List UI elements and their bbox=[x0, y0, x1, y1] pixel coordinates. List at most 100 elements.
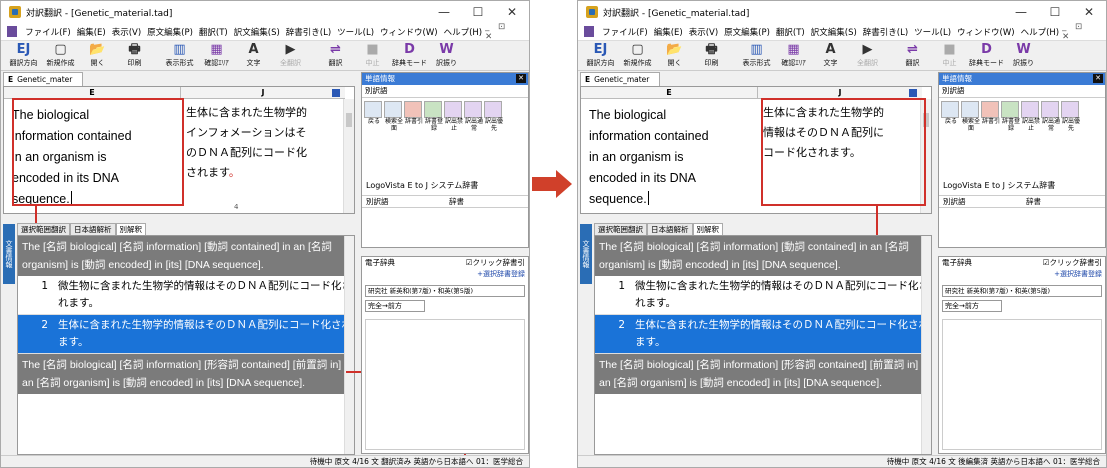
font-button[interactable]: A 文字 bbox=[812, 41, 849, 71]
close-button[interactable]: ✕ bbox=[1072, 1, 1106, 23]
menu-help[interactable]: ヘルプ(H) bbox=[441, 26, 486, 38]
translate-button[interactable]: ⇌ 翻訳 bbox=[317, 41, 354, 71]
translation-normal-icon[interactable] bbox=[464, 101, 482, 118]
tab-japanese-analysis[interactable]: 日本語解析 bbox=[70, 223, 116, 235]
display-format-button[interactable]: ▥ 表示形式 bbox=[738, 41, 775, 71]
menu-dictionary[interactable]: 辞書引き(L) bbox=[283, 26, 334, 38]
document-tab[interactable]: E Genetic_mater bbox=[3, 72, 83, 86]
translate-button[interactable]: ⇌ 翻訳 bbox=[894, 41, 931, 71]
translate-all-button[interactable]: ▶ 全翻訳 bbox=[849, 41, 886, 71]
minimize-button[interactable]: — bbox=[427, 1, 461, 23]
translation-priority-icon[interactable] bbox=[1061, 101, 1079, 118]
back-icon[interactable] bbox=[941, 101, 959, 118]
close-button[interactable]: ✕ bbox=[495, 1, 529, 23]
display-format-button[interactable]: ▥ 表示形式 bbox=[161, 41, 198, 71]
tab-selection-translate[interactable]: 選択範囲翻訳 bbox=[17, 223, 70, 235]
dictionary-mode-button[interactable]: D 辞典モード bbox=[968, 41, 1005, 71]
tab-alternative[interactable]: 別解釈 bbox=[115, 223, 146, 235]
document-info-tab[interactable]: 文書情報 bbox=[580, 224, 592, 284]
menu-file[interactable]: ファイル(F) bbox=[22, 26, 74, 38]
open-button[interactable]: 📂 開く bbox=[79, 41, 116, 71]
dictionary-lookup-icon[interactable] bbox=[981, 101, 999, 118]
results-scrollbar[interactable] bbox=[921, 236, 931, 454]
menu-tools[interactable]: ツール(L) bbox=[334, 26, 377, 38]
menu-edit[interactable]: 編集(E) bbox=[74, 26, 109, 38]
translation-direction-button[interactable]: EJ 翻訳方向 bbox=[5, 41, 42, 71]
stop-button[interactable]: ■ 中止 bbox=[931, 41, 968, 71]
translation-priority-icon[interactable] bbox=[484, 101, 502, 118]
translation-direction-button[interactable]: EJ 翻訳方向 bbox=[582, 41, 619, 71]
translation-ban-icon[interactable] bbox=[1021, 101, 1039, 118]
menu-edit[interactable]: 編集(E) bbox=[651, 26, 686, 38]
menu-view[interactable]: 表示(V) bbox=[686, 26, 721, 38]
dictionary-select[interactable]: 研究社 新英和(第7版)・和英(第5版) bbox=[942, 285, 1102, 297]
document-tab[interactable]: E Genetic_mater bbox=[580, 72, 660, 86]
document-info-tab[interactable]: 文書情報 bbox=[3, 224, 15, 284]
mdi-controls[interactable]: _ ⊡ ✕ bbox=[1062, 22, 1098, 42]
dictionary-lookup-icon[interactable] bbox=[404, 101, 422, 118]
parse-row[interactable]: The [名詞 biological] [名詞 information] [形容… bbox=[18, 354, 354, 394]
print-button[interactable]: 🖶 印刷 bbox=[693, 41, 730, 71]
editor-scrollbar[interactable] bbox=[343, 99, 354, 213]
mdi-controls[interactable]: _ ⊡ ✕ bbox=[485, 22, 521, 42]
menu-file[interactable]: ファイル(F) bbox=[599, 26, 651, 38]
back-icon[interactable] bbox=[364, 101, 382, 118]
close-icon[interactable]: ✕ bbox=[1093, 74, 1103, 83]
app-icon bbox=[586, 6, 598, 18]
dictionary-select[interactable]: 研究社 新英和(第7版)・和英(第5版) bbox=[365, 285, 525, 297]
menu-translate[interactable]: 翻訳(T) bbox=[196, 26, 231, 38]
dictionary-register-icon[interactable] bbox=[1001, 101, 1019, 118]
translate-all-button[interactable]: ▶ 全翻訳 bbox=[272, 41, 309, 71]
layout-icon[interactable] bbox=[332, 89, 340, 97]
confirm-area-button[interactable]: ▦ 確認ｴﾘｱ bbox=[198, 41, 235, 71]
translation-option[interactable]: 1 微生物に含まれた生物学的情報はそのＤＮＡ配列にコード化されます。 bbox=[18, 276, 354, 315]
menu-translate[interactable]: 翻訳(T) bbox=[773, 26, 808, 38]
target-text[interactable]: 生体に含まれた生物学的 インフォメーションはそ のＤＮＡ配列にコード化 されます… bbox=[186, 103, 334, 183]
translation-option[interactable]: 1 微生物に含まれた生物学的情報はそのＤＮＡ配列にコード化されます。 bbox=[595, 276, 931, 315]
match-mode-select[interactable]: 完全→前方 bbox=[942, 300, 1002, 312]
parse-row[interactable]: The [名詞 biological] [名詞 information] [動詞… bbox=[18, 236, 354, 276]
parse-row[interactable]: The [名詞 biological] [名詞 information] [形容… bbox=[595, 354, 931, 394]
new-button[interactable]: ▢ 新規作成 bbox=[42, 41, 79, 71]
dictionary-mode-button[interactable]: D 辞典モード bbox=[391, 41, 428, 71]
maximize-button[interactable]: ☐ bbox=[1038, 1, 1072, 23]
word-assign-button[interactable]: W 訳振り bbox=[1005, 41, 1042, 71]
menu-source-edit[interactable]: 原文編集(P) bbox=[144, 26, 196, 38]
menu-help[interactable]: ヘルプ(H) bbox=[1018, 26, 1063, 38]
layout-icon[interactable] bbox=[909, 89, 917, 97]
menu-source-edit[interactable]: 原文編集(P) bbox=[721, 26, 773, 38]
open-button[interactable]: 📂 開く bbox=[656, 41, 693, 71]
close-icon[interactable]: ✕ bbox=[516, 74, 526, 83]
stop-button[interactable]: ■ 中止 bbox=[354, 41, 391, 71]
maximize-button[interactable]: ☐ bbox=[461, 1, 495, 23]
print-button[interactable]: 🖶 印刷 bbox=[116, 41, 153, 71]
menu-tools[interactable]: ツール(L) bbox=[911, 26, 954, 38]
menu-dictionary[interactable]: 辞書引き(L) bbox=[860, 26, 911, 38]
dictionary-register-icon[interactable] bbox=[424, 101, 442, 118]
translation-normal-icon[interactable] bbox=[1041, 101, 1059, 118]
results-scrollbar[interactable] bbox=[344, 236, 354, 454]
menu-target-edit[interactable]: 訳文編集(S) bbox=[808, 26, 860, 38]
new-button[interactable]: ▢ 新規作成 bbox=[619, 41, 656, 71]
tab-japanese-analysis[interactable]: 日本語解析 bbox=[647, 223, 693, 235]
register-dictionary-link[interactable]: +選択辞書登録 bbox=[477, 268, 525, 280]
font-button[interactable]: A 文字 bbox=[235, 41, 272, 71]
parse-row[interactable]: The [名詞 biological] [名詞 information] [動詞… bbox=[595, 236, 931, 276]
search-icon[interactable] bbox=[384, 101, 402, 118]
minimize-button[interactable]: — bbox=[1004, 1, 1038, 23]
source-text[interactable]: The biological information contained in … bbox=[589, 105, 749, 210]
translation-option-selected[interactable]: 2 生体に含まれた生物学的情報はそのＤＮＡ配列にコード化されます。 bbox=[18, 315, 354, 354]
menu-window[interactable]: ウィンドウ(W) bbox=[954, 26, 1018, 38]
word-assign-button[interactable]: W 訳振り bbox=[428, 41, 465, 71]
tab-alternative[interactable]: 別解釈 bbox=[692, 223, 723, 235]
register-dictionary-link[interactable]: +選択辞書登録 bbox=[1054, 268, 1102, 280]
search-icon[interactable] bbox=[961, 101, 979, 118]
menu-target-edit[interactable]: 訳文編集(S) bbox=[231, 26, 283, 38]
match-mode-select[interactable]: 完全→前方 bbox=[365, 300, 425, 312]
translation-ban-icon[interactable] bbox=[444, 101, 462, 118]
translation-option-selected[interactable]: 2 生体に含まれた生物学的情報はそのＤＮＡ配列にコード化されます。 bbox=[595, 315, 931, 354]
tab-selection-translate[interactable]: 選択範囲翻訳 bbox=[594, 223, 647, 235]
confirm-area-button[interactable]: ▦ 確認ｴﾘｱ bbox=[775, 41, 812, 71]
menu-view[interactable]: 表示(V) bbox=[109, 26, 144, 38]
menu-window[interactable]: ウィンドウ(W) bbox=[377, 26, 441, 38]
